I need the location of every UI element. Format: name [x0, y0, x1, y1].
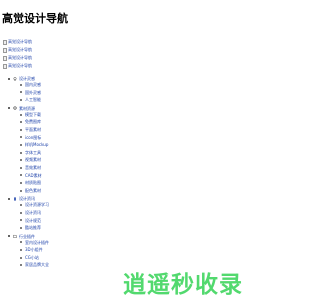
nav-category: 素材资源 模型下载 免费图库 平面素材 icon图标 样机Mockup 字体工具…: [8, 106, 158, 195]
sub-link[interactable]: 人工智能: [20, 96, 158, 104]
logo-link[interactable]: 高觉设计导航: [3, 46, 32, 54]
circle-bullet-icon: [20, 249, 22, 252]
circle-bullet-icon: [20, 189, 22, 192]
sub-link[interactable]: 音效素材: [20, 164, 158, 172]
circle-bullet-icon: [20, 226, 22, 229]
sub-link[interactable]: 设计规范: [20, 217, 158, 225]
logo-link[interactable]: 高觉设计导航: [3, 62, 32, 70]
sub-link[interactable]: 国内灵感: [20, 81, 158, 89]
circle-bullet-icon: [20, 204, 22, 207]
sub-link[interactable]: 材质贴图: [20, 179, 158, 187]
circle-bullet-icon: [20, 181, 22, 184]
circle-bullet-icon: [20, 128, 22, 131]
sub-link[interactable]: 字体工具: [20, 149, 158, 157]
gear-icon: [13, 106, 17, 110]
circle-bullet-icon: [20, 91, 22, 94]
circle-bullet-icon: [20, 174, 22, 177]
broken-image-icon: [3, 47, 7, 53]
sub-link[interactable]: 平面素材: [20, 126, 158, 134]
sub-link[interactable]: 设计资源学习: [20, 201, 158, 209]
circle-bullet-icon: [20, 136, 22, 139]
sub-link[interactable]: icon图标: [20, 134, 158, 142]
sub-link[interactable]: 3D小组件: [20, 246, 158, 254]
circle-bullet-icon: [20, 113, 22, 116]
sub-link[interactable]: 国外灵感: [20, 89, 158, 97]
broken-image-icon: [3, 55, 7, 61]
circle-bullet-icon: [20, 256, 22, 259]
circle-bullet-icon: [20, 211, 22, 214]
sub-link[interactable]: CG小站: [20, 254, 158, 262]
folder-icon: [13, 235, 17, 238]
circle-bullet-icon: [20, 166, 22, 169]
bullet-icon: [8, 107, 10, 110]
nav-category: 行业插件 室内设计插件 3D小组件 CG小站 家居品牌大全: [8, 234, 158, 269]
circle-bullet-icon: [20, 241, 22, 244]
circle-bullet-icon: [20, 143, 22, 146]
broken-image-icon: [3, 63, 7, 69]
logo-link[interactable]: 高觉设计导航: [3, 54, 32, 62]
lightbulb-icon: [13, 76, 17, 81]
bullet-icon: [8, 77, 10, 80]
sub-link[interactable]: 免费图库: [20, 118, 158, 126]
broken-image-icon: [3, 39, 7, 45]
nav-category: 设计灵感 国内灵感 国外灵感 人工智能: [8, 76, 158, 104]
bullet-icon: [8, 197, 10, 200]
sub-link[interactable]: 视频素材: [20, 156, 158, 164]
circle-bullet-icon: [20, 159, 22, 162]
sub-link[interactable]: 配色素材: [20, 187, 158, 195]
circle-bullet-icon: [20, 98, 22, 101]
circle-bullet-icon: [20, 151, 22, 154]
sub-link[interactable]: 模型下载: [20, 111, 158, 119]
sub-link[interactable]: CAD素材: [20, 172, 158, 180]
circle-bullet-icon: [20, 264, 22, 267]
bookmark-icon: [14, 197, 16, 201]
sub-link[interactable]: 设计资讯: [20, 209, 158, 217]
circle-bullet-icon: [20, 121, 22, 124]
nav-category: 设计资讯 设计资源学习 设计资讯 设计规范 酷站推荐: [8, 196, 158, 231]
watermark-text: 逍遥秒收录: [123, 272, 243, 298]
sub-link[interactable]: 酷站推荐: [20, 224, 158, 232]
circle-bullet-icon: [20, 83, 22, 86]
logo-list: 高觉设计导航 高觉设计导航 高觉设计导航 高觉设计导航: [3, 38, 32, 70]
bullet-icon: [8, 235, 10, 238]
category-nav: 设计灵感 国内灵感 国外灵感 人工智能 素材资源 模型下载 免费图库 平面素材 …: [0, 74, 158, 269]
page-title: 高觉设计导航: [2, 12, 68, 25]
sub-link[interactable]: 样机Mockup: [20, 141, 158, 149]
circle-bullet-icon: [20, 219, 22, 222]
logo-link[interactable]: 高觉设计导航: [3, 38, 32, 46]
sub-link[interactable]: 室内设计插件: [20, 239, 158, 247]
